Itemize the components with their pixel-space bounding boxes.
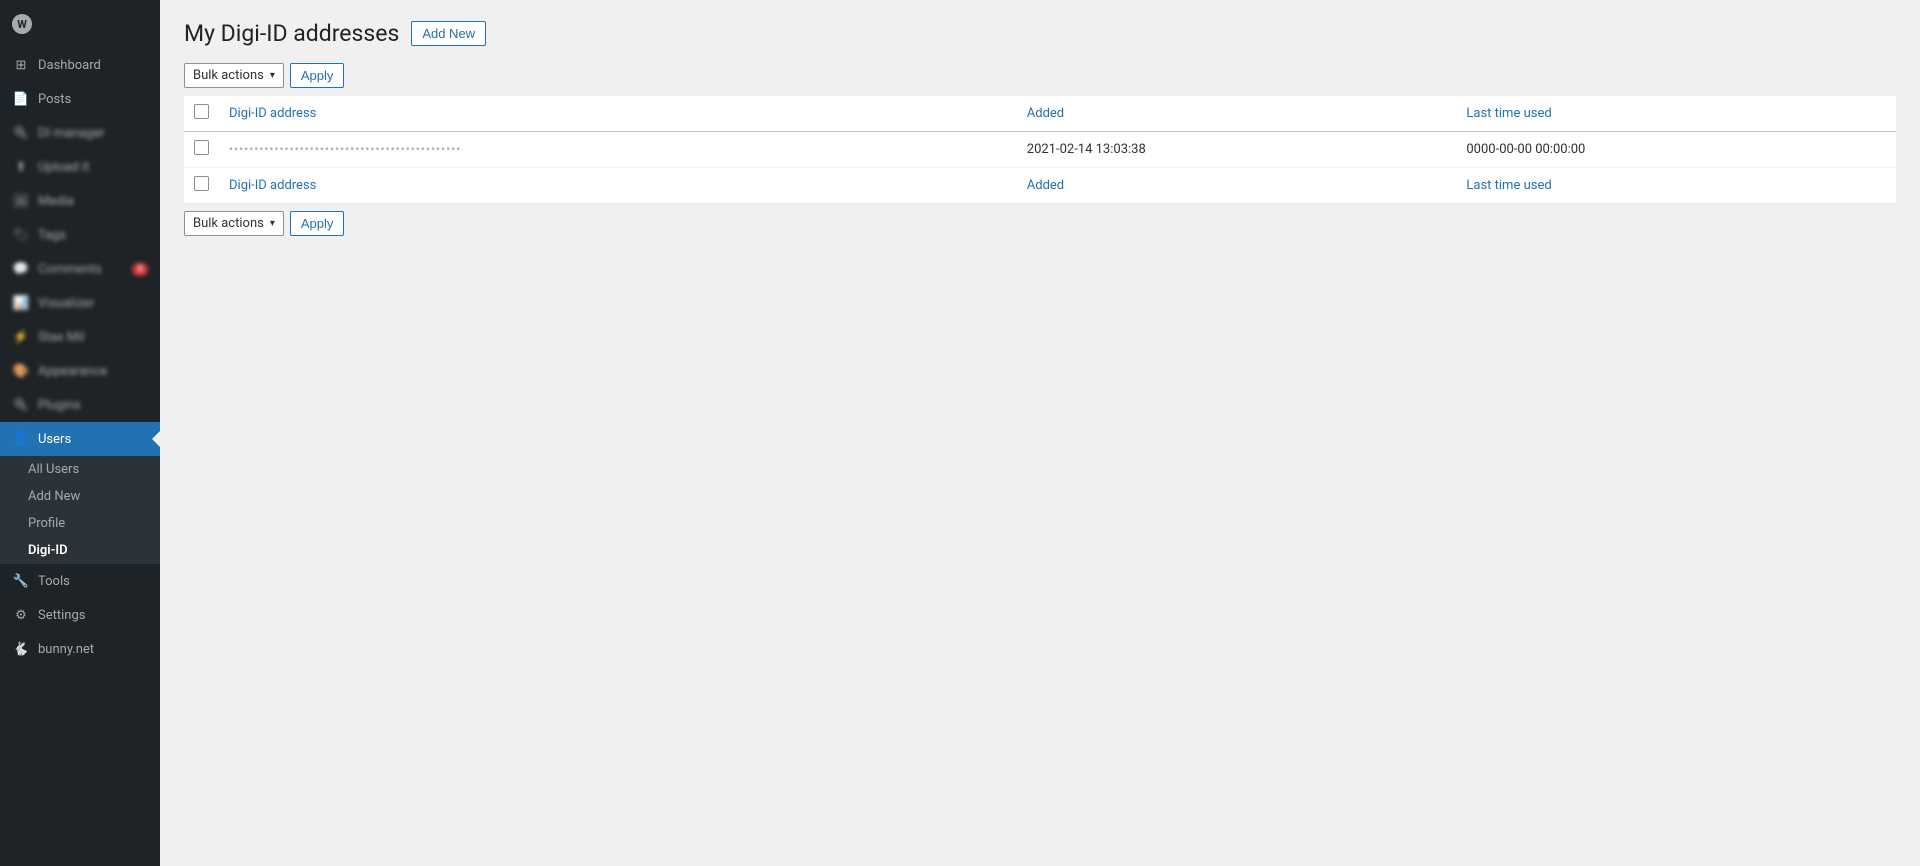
footer-header-added[interactable]: Added bbox=[1017, 168, 1457, 204]
header-checkbox-col bbox=[184, 96, 219, 132]
plugins-icon: 🔌 bbox=[12, 396, 30, 414]
upload-icon: ⬆ bbox=[12, 158, 30, 176]
page-title: My Digi-ID addresses bbox=[184, 20, 399, 47]
header-last-used[interactable]: Last time used bbox=[1456, 96, 1896, 132]
comments-icon: 💬 bbox=[12, 260, 30, 278]
sidebar-item-appearance[interactable]: 🎨 Appearance bbox=[0, 354, 160, 388]
row-last-used-cell: 0000-00-00 00:00:00 bbox=[1456, 132, 1896, 168]
appearance-icon: 🎨 bbox=[12, 362, 30, 380]
submenu-all-users[interactable]: All Users bbox=[0, 456, 160, 483]
row-added-cell: 2021-02-14 13:03:38 bbox=[1017, 132, 1457, 168]
users-icon: 👤 bbox=[12, 430, 30, 448]
settings-icon: ⚙ bbox=[12, 606, 30, 624]
header-address[interactable]: Digi-ID address bbox=[219, 96, 1017, 132]
apply-button-bottom[interactable]: Apply bbox=[290, 211, 345, 236]
di-icon: 🔌 bbox=[12, 124, 30, 142]
sidebar-item-upload[interactable]: ⬆ Upload it bbox=[0, 150, 160, 184]
table-header-row: Digi-ID address Added Last time used bbox=[184, 96, 1896, 132]
sidebar-logo[interactable]: W bbox=[0, 0, 160, 48]
sidebar-item-users[interactable]: 👤 Users bbox=[0, 422, 160, 456]
submenu-digi-id[interactable]: Digi-ID bbox=[0, 537, 160, 564]
table-body: ••••••••••••••••••••••••••••••••••••••••… bbox=[184, 132, 1896, 204]
footer-header-last-used[interactable]: Last time used bbox=[1456, 168, 1896, 204]
select-all-checkbox[interactable] bbox=[194, 104, 209, 119]
main-content: My Digi-ID addresses Add New Bulk action… bbox=[160, 0, 1920, 866]
sidebar-item-posts[interactable]: 📄 Posts bbox=[0, 82, 160, 116]
table-footer-header-row: Digi-ID address Added Last time used bbox=[184, 168, 1896, 204]
chevron-down-icon-top: ▾ bbox=[270, 70, 275, 81]
visualizer-icon: 📊 bbox=[12, 294, 30, 312]
sidebar-item-dashboard[interactable]: ⊞ Dashboard bbox=[0, 48, 160, 82]
apply-button-top[interactable]: Apply bbox=[290, 63, 345, 88]
sidebar-item-comments[interactable]: 💬 Comments 8 bbox=[0, 252, 160, 286]
footer-header-address[interactable]: Digi-ID address bbox=[219, 168, 1017, 204]
table-row: ••••••••••••••••••••••••••••••••••••••••… bbox=[184, 132, 1896, 168]
bulk-actions-select-bottom[interactable]: Bulk actions ▾ bbox=[184, 211, 284, 236]
sidebar: W ⊞ Dashboard 📄 Posts 🔌 DI manager ⬆ Upl… bbox=[0, 0, 160, 866]
dashboard-icon: ⊞ bbox=[12, 56, 30, 74]
bulk-actions-label-bottom: Bulk actions bbox=[193, 216, 264, 231]
sidebar-item-di-manager[interactable]: 🔌 DI manager bbox=[0, 116, 160, 150]
row-checkbox-cell bbox=[184, 132, 219, 168]
add-new-button[interactable]: Add New bbox=[411, 21, 486, 46]
sidebar-item-tags[interactable]: 🏷 Tags bbox=[0, 218, 160, 252]
comments-badge: 8 bbox=[132, 263, 148, 276]
sidebar-item-media[interactable]: 🖼 Media bbox=[0, 184, 160, 218]
tools-icon: 🔧 bbox=[12, 572, 30, 590]
tags-icon: 🏷 bbox=[12, 226, 30, 244]
sidebar-item-plugins[interactable]: 🔌 Plugins bbox=[0, 388, 160, 422]
sidebar-item-bunny[interactable]: 🐇 bunny.net bbox=[0, 632, 160, 666]
row-address-cell: ••••••••••••••••••••••••••••••••••••••••… bbox=[219, 132, 1017, 168]
submenu-add-new[interactable]: Add New bbox=[0, 483, 160, 510]
footer-checkbox-col bbox=[184, 168, 219, 204]
page-title-row: My Digi-ID addresses Add New bbox=[184, 20, 1896, 47]
sidebar-item-visualizer[interactable]: 📊 Visualizer bbox=[0, 286, 160, 320]
row-checkbox[interactable] bbox=[194, 140, 209, 155]
bulk-actions-label-top: Bulk actions bbox=[193, 68, 264, 83]
sidebar-item-tools[interactable]: 🔧 Tools bbox=[0, 564, 160, 598]
posts-icon: 📄 bbox=[12, 90, 30, 108]
footer-select-all-checkbox[interactable] bbox=[194, 176, 209, 191]
users-submenu: All Users Add New Profile Digi-ID bbox=[0, 456, 160, 564]
address-value: ••••••••••••••••••••••••••••••••••••••••… bbox=[229, 142, 461, 156]
chevron-down-icon-bottom: ▾ bbox=[270, 218, 275, 229]
header-added[interactable]: Added bbox=[1017, 96, 1457, 132]
media-icon: 🖼 bbox=[12, 192, 30, 210]
sidebar-item-stax[interactable]: ⚡ Stax Mil bbox=[0, 320, 160, 354]
bulk-actions-bar-bottom: Bulk actions ▾ Apply bbox=[184, 211, 1896, 236]
bulk-actions-bar-top: Bulk actions ▾ Apply bbox=[184, 63, 1896, 88]
bulk-actions-select-top[interactable]: Bulk actions ▾ bbox=[184, 63, 284, 88]
digi-id-table: Digi-ID address Added Last time used •••… bbox=[184, 96, 1896, 203]
stax-icon: ⚡ bbox=[12, 328, 30, 346]
bunny-icon: 🐇 bbox=[12, 640, 30, 658]
submenu-profile[interactable]: Profile bbox=[0, 510, 160, 537]
sidebar-item-settings[interactable]: ⚙ Settings bbox=[0, 598, 160, 632]
wp-logo-icon: W bbox=[12, 14, 32, 34]
